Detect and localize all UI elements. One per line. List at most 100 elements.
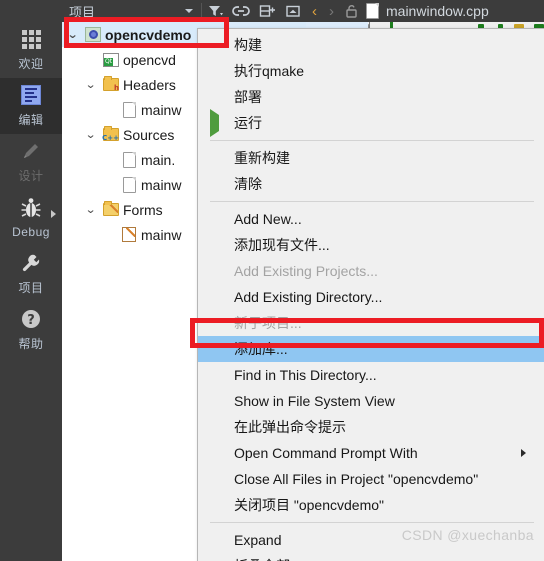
tree-item-label: main.	[141, 151, 176, 168]
menu-separator	[210, 201, 534, 202]
tree-item-label: mainw	[141, 176, 182, 193]
menu-item-close-all-files-in-project[interactable]: Close All Files in Project "opencvdemo"	[198, 466, 544, 492]
chevron-right-icon	[51, 210, 56, 218]
editor-filename[interactable]: mainwindow.cpp	[382, 3, 489, 19]
menu-item-clean[interactable]: 清除	[198, 171, 544, 197]
tree-item-label: Forms	[123, 201, 163, 218]
file-icon	[120, 176, 138, 193]
menu-separator	[210, 140, 534, 141]
menu-item-add-new[interactable]: Add New...	[198, 206, 544, 232]
menu-item-run-qmake[interactable]: 执行qmake	[198, 58, 544, 84]
project-view-selector[interactable]: 项目	[62, 0, 201, 22]
navigate-back-icon[interactable]: ‹	[306, 4, 323, 19]
link-icon[interactable]	[228, 0, 254, 22]
mode-item-label: 项目	[18, 281, 44, 295]
menu-item-rebuild[interactable]: 重新构建	[198, 145, 544, 171]
mode-item-projects[interactable]: 项目	[0, 246, 62, 302]
twisty-expanded-icon[interactable]: ⌄	[80, 128, 102, 141]
file-icon	[120, 101, 138, 118]
menu-item-label: 添加库...	[234, 341, 288, 357]
menu-item-label: Find in This Directory...	[234, 367, 377, 383]
menu-item-add-existing-directory[interactable]: Add Existing Directory...	[198, 284, 544, 310]
project-view-selector-label: 项目	[69, 4, 96, 20]
menu-item-collapse-all[interactable]: 折叠全部	[198, 553, 544, 561]
file-icon	[120, 151, 138, 168]
menu-item-label: 重新构建	[234, 150, 290, 166]
menu-item-label: Open Command Prompt With	[234, 445, 418, 461]
menu-item-add-library[interactable]: 添加库...	[198, 336, 544, 362]
menu-item-label: Expand	[234, 532, 282, 548]
menu-item-label: 构建	[234, 37, 262, 53]
mode-item-debug[interactable]: Debug	[0, 190, 62, 246]
mode-item-label: 帮助	[18, 337, 44, 351]
menu-item-run[interactable]: 运行	[198, 109, 544, 137]
pencil-icon	[20, 140, 42, 162]
menu-separator	[210, 522, 534, 523]
grid-icon	[21, 28, 41, 50]
mode-item-welcome[interactable]: 欢迎	[0, 22, 62, 78]
mode-item-edit[interactable]: 编辑	[0, 78, 62, 134]
tree-item-label: opencvdemo	[105, 26, 192, 43]
mode-item-help[interactable]: ? 帮助	[0, 302, 62, 358]
menu-item-label: 清除	[234, 176, 262, 192]
question-mark-icon: ?	[20, 308, 42, 330]
tree-item-label: mainw	[141, 226, 182, 243]
editor-toolbar: ‹ › mainwindow.cpp	[306, 0, 544, 22]
twisty-expanded-icon[interactable]: ⌄	[80, 78, 102, 91]
tree-item-label: Headers	[123, 76, 176, 93]
menu-item-deploy[interactable]: 部署	[198, 84, 544, 110]
menu-item-label: 添加现有文件...	[234, 237, 330, 253]
tree-item-label: opencvd	[123, 51, 176, 68]
navigate-forward-icon[interactable]: ›	[323, 4, 340, 19]
wrench-icon	[20, 252, 42, 274]
folder-form-icon	[102, 201, 120, 216]
menu-item-label: Add Existing Directory...	[234, 289, 383, 305]
menu-item-open-terminal-here[interactable]: 在此弹出命令提示	[198, 414, 544, 440]
menu-item-show-in-file-system-view[interactable]: Show in File System View	[198, 388, 544, 414]
menu-item-label: 执行qmake	[234, 63, 305, 79]
filter-icon[interactable]	[202, 0, 228, 22]
qt-pro-file-icon: Qt	[102, 52, 120, 67]
run-play-icon	[210, 109, 219, 137]
menu-item-open-command-prompt-with[interactable]: Open Command Prompt With	[198, 440, 544, 466]
menu-item-label: 折叠全部	[234, 556, 290, 561]
submenu-chevron-right-icon	[521, 449, 526, 457]
mode-selector-bar: 欢迎 编辑 设计 Debug 项目 ? 帮助	[0, 0, 63, 561]
project-context-menu[interactable]: 构建 执行qmake 部署 运行 重新构建 清除 Add New... 添加现有…	[197, 28, 544, 561]
menu-item-label: 新子项目...	[234, 315, 302, 331]
mode-item-label: 欢迎	[18, 57, 44, 71]
menu-item-new-subproject: 新子项目...	[198, 310, 544, 336]
tree-item-label: mainw	[141, 101, 182, 118]
menu-item-label: 在此弹出命令提示	[234, 419, 346, 435]
project-pane-toolbar: 项目	[62, 0, 306, 22]
menu-item-close-project[interactable]: 关闭项目 "opencvdemo"	[198, 492, 544, 518]
menu-item-label: 关闭项目 "opencvdemo"	[234, 497, 384, 513]
document-lines-icon	[21, 84, 41, 106]
form-file-icon	[120, 227, 138, 242]
mode-item-label: 编辑	[18, 113, 44, 127]
csdn-watermark: CSDN @xuechanba	[401, 527, 534, 543]
qt-creator-window: 欢迎 编辑 设计 Debug 项目 ? 帮助 项目 ‹ › mainwindow…	[0, 0, 544, 561]
unlocked-padlock-icon[interactable]	[340, 4, 362, 18]
file-icon	[362, 3, 382, 19]
menu-item-find-in-this-directory[interactable]: Find in This Directory...	[198, 362, 544, 388]
folder-cpp-icon: C++	[102, 126, 120, 142]
menu-item-label: 部署	[234, 89, 262, 105]
mode-item-design: 设计	[0, 134, 62, 190]
split-icon[interactable]	[254, 0, 280, 22]
menu-item-label: Add Existing Projects...	[234, 263, 378, 279]
menu-item-label: Close All Files in Project "opencvdemo"	[234, 471, 479, 487]
twisty-expanded-icon[interactable]: ⌄	[80, 203, 102, 216]
menu-item-label: Add New...	[234, 211, 302, 227]
menu-item-label: Show in File System View	[234, 393, 395, 409]
menu-item-build[interactable]: 构建	[198, 32, 544, 58]
folder-h-icon: h	[102, 76, 120, 92]
chevron-down-icon	[185, 9, 193, 13]
twisty-expanded-icon[interactable]: ⌄	[62, 28, 84, 41]
menu-item-label: 运行	[234, 115, 262, 131]
menu-item-add-existing-files[interactable]: 添加现有文件...	[198, 232, 544, 258]
mode-item-label: Debug	[12, 224, 50, 239]
menu-item-add-existing-projects: Add Existing Projects...	[198, 258, 544, 284]
project-gear-icon	[84, 27, 102, 42]
collapse-icon[interactable]	[280, 0, 306, 22]
